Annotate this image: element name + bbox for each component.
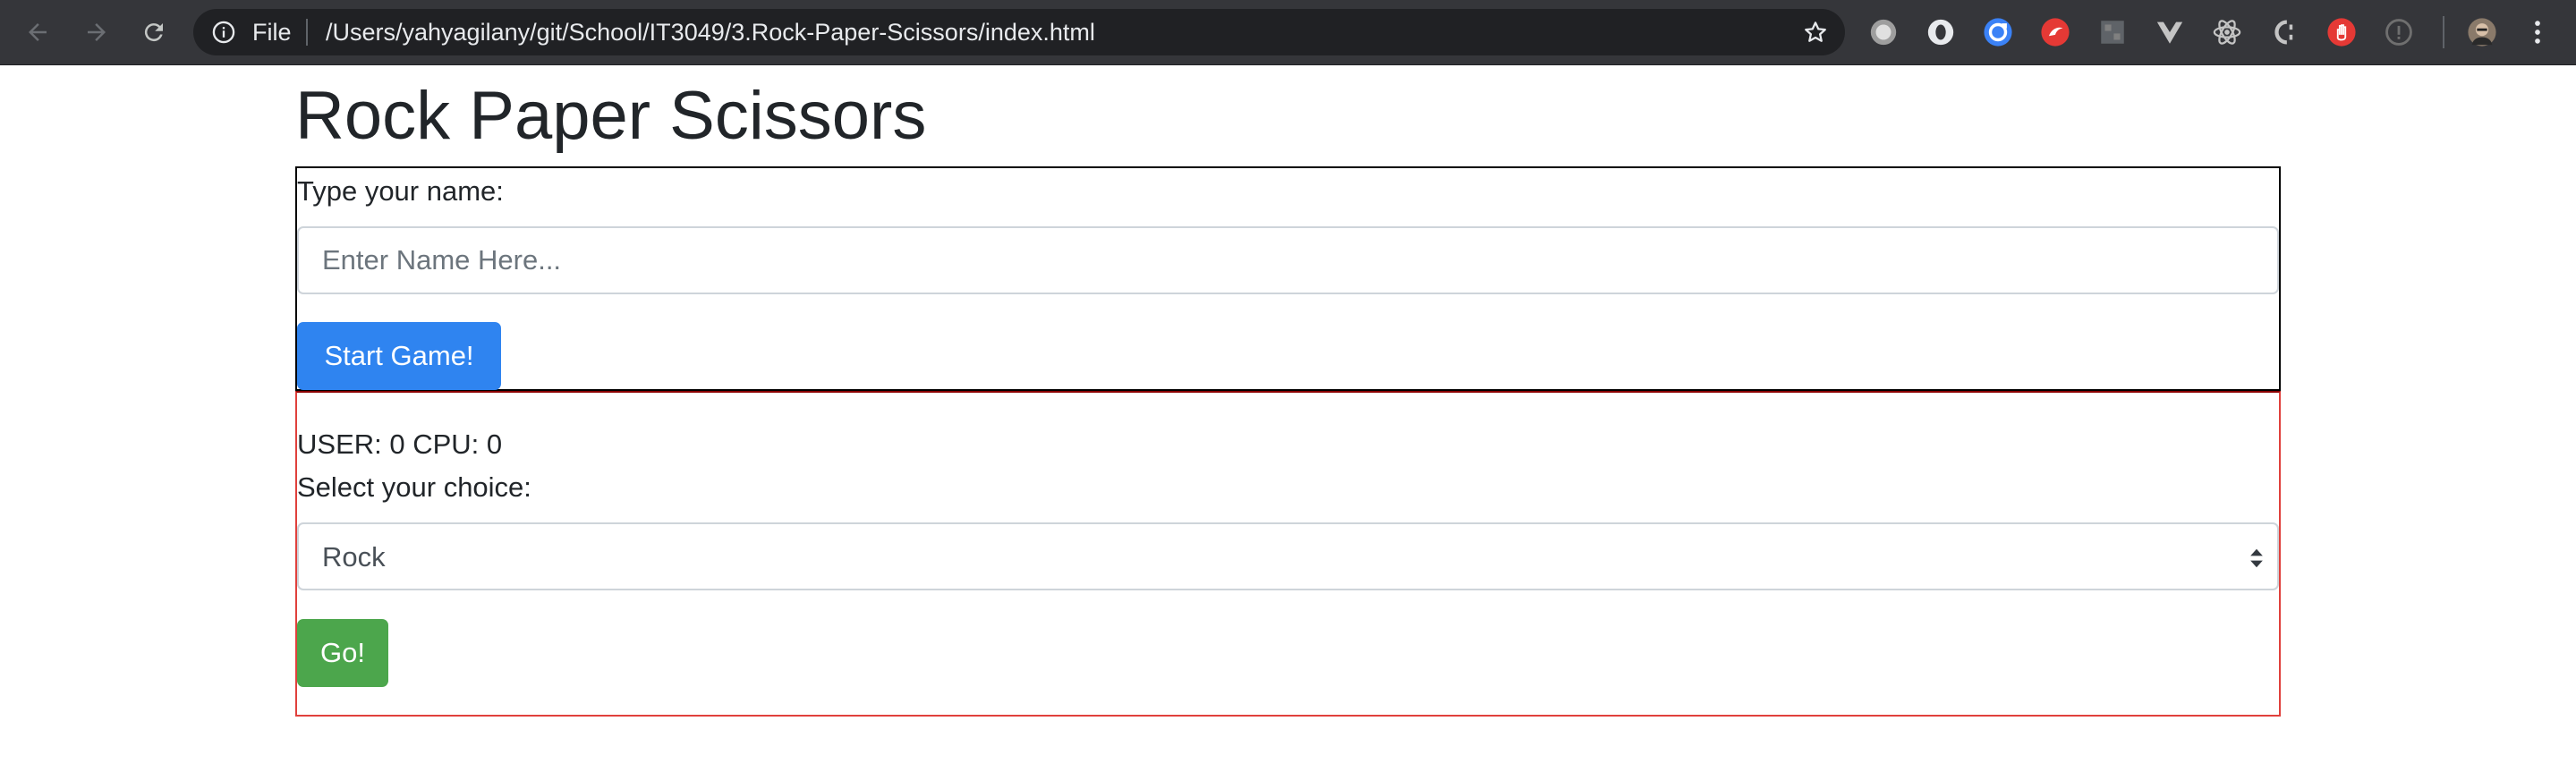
star-icon[interactable]	[1802, 19, 1829, 46]
react-extension-icon[interactable]	[2211, 16, 2243, 48]
score-text: USER: 0 CPU: 0	[297, 428, 503, 460]
page-content: Rock Paper Scissors Type your name: Star…	[0, 66, 2576, 772]
url-text[interactable]: /Users/yahyagilany/git/School/IT3049/3.R…	[326, 18, 1095, 47]
address-divider	[306, 19, 308, 46]
address-bar[interactable]: File /Users/yahyagilany/git/School/IT304…	[193, 9, 1845, 55]
red-bird-extension-icon[interactable]	[2039, 16, 2071, 48]
more-menu-button[interactable]	[2521, 16, 2554, 48]
choice-select-value: Rock	[322, 541, 386, 573]
c-bracket-extension-icon[interactable]	[2268, 16, 2300, 48]
circle-grey-extension-icon[interactable]	[1867, 16, 1900, 48]
sync-blue-extension-icon[interactable]	[1982, 16, 2014, 48]
red-hand-extension-icon[interactable]	[2325, 16, 2358, 48]
name-input[interactable]	[297, 226, 2279, 294]
name-form: Type your name: Start Game!	[295, 166, 2281, 391]
ring-extension-icon[interactable]	[1925, 16, 1957, 48]
start-game-button[interactable]: Start Game!	[297, 322, 501, 390]
forward-icon	[88, 23, 106, 41]
vue-extension-icon[interactable]	[2154, 16, 2186, 48]
url-scheme-label: File	[252, 19, 292, 46]
reload-button[interactable]	[134, 13, 174, 52]
game-panel: USER: 0 CPU: 0 Select your choice: Rock …	[295, 391, 2281, 717]
avatar[interactable]	[2466, 16, 2498, 48]
go-button[interactable]: Go!	[297, 619, 388, 687]
browser-toolbar: File /Users/yahyagilany/git/School/IT304…	[0, 0, 2576, 65]
page-title: Rock Paper Scissors	[295, 78, 927, 154]
choice-select[interactable]: Rock	[297, 522, 2279, 590]
info-grey-extension-icon[interactable]	[2383, 16, 2415, 48]
info-icon[interactable]	[211, 20, 236, 45]
back-icon	[29, 23, 47, 41]
grid-extension-icon[interactable]	[2096, 16, 2129, 48]
more-icon	[2535, 21, 2540, 44]
name-label: Type your name:	[297, 175, 504, 207]
choice-label: Select your choice:	[297, 471, 531, 503]
back-button[interactable]	[18, 13, 57, 52]
forward-button[interactable]	[77, 13, 116, 52]
toolbar-divider	[2443, 16, 2444, 48]
reload-icon	[144, 23, 163, 42]
select-arrows-icon	[2250, 548, 2263, 568]
